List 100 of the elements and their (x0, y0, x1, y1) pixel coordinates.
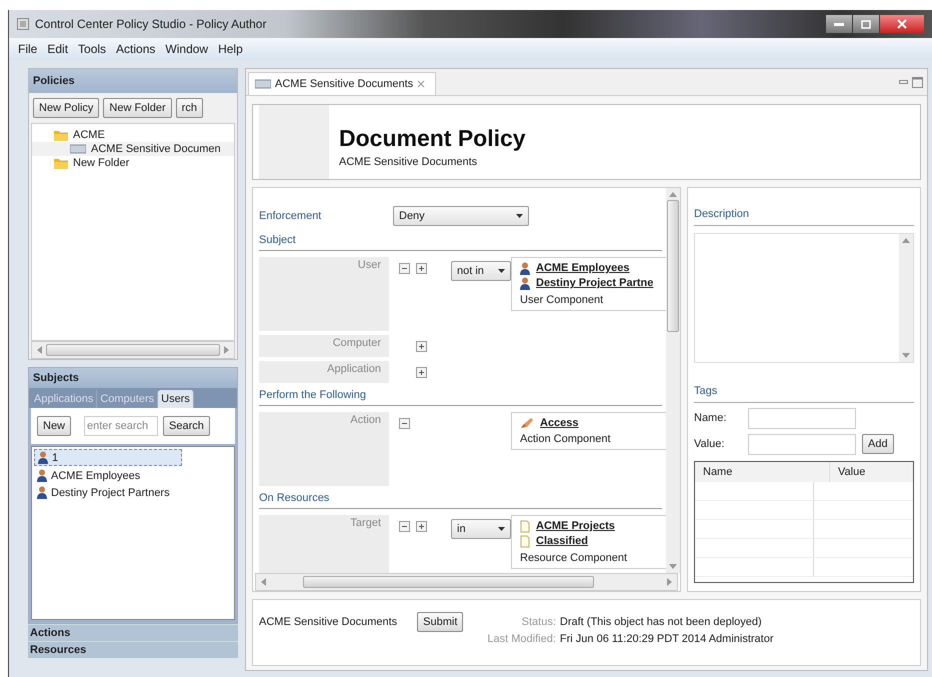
submit-button[interactable]: Submit (417, 612, 464, 632)
section-heading: Description (694, 208, 914, 226)
plus-icon (419, 266, 424, 271)
remove-button[interactable] (399, 418, 410, 429)
search-field[interactable]: enter search (84, 416, 158, 436)
modified-value: Fri Jun 06 11:20:29 PDT 2014 Administrator (560, 632, 774, 645)
plus-icon (419, 524, 424, 529)
maximize-icon (861, 20, 871, 28)
right-arrow-icon[interactable] (667, 578, 673, 586)
section-header[interactable]: Resources (28, 641, 238, 658)
minimize-icon[interactable] (899, 80, 908, 84)
window-icon (17, 18, 29, 30)
list-item[interactable]: Destiny Project Partners (34, 485, 173, 500)
add-button[interactable] (416, 340, 427, 352)
component-link[interactable]: Destiny Project Partne (536, 277, 654, 290)
document-icon (70, 144, 86, 154)
person-icon (37, 469, 47, 482)
new-button[interactable]: New (37, 416, 72, 436)
remove-button[interactable] (399, 520, 410, 532)
search-button[interactable]: Search (163, 416, 210, 436)
modified-label: Last Modified: (487, 632, 556, 645)
row-label: Action (350, 414, 381, 426)
component-link[interactable]: ACME Employees (536, 262, 630, 274)
tree-item[interactable]: New Folder (32, 156, 234, 170)
tab-label: ACME Sensitive Documents (275, 78, 414, 90)
list-item[interactable]: ACME Employees (34, 468, 144, 483)
plus-icon (419, 344, 424, 349)
minimize-button[interactable] (826, 15, 852, 33)
remove-button[interactable] (399, 262, 410, 274)
enforcement-dropdown[interactable]: Deny (393, 206, 529, 226)
panel-title: Subjects (33, 372, 79, 384)
folder-icon (54, 129, 68, 141)
component-caption: User Component (520, 294, 604, 306)
menu-item[interactable]: Actions (111, 42, 160, 56)
person-icon (37, 486, 47, 499)
section-heading: Subject (259, 234, 297, 248)
component-link[interactable]: ACME Projects (536, 520, 615, 532)
close-button[interactable] (880, 15, 924, 33)
person-icon (520, 276, 530, 290)
toolbar-button[interactable]: New Policy (33, 98, 100, 118)
tag-name-field[interactable] (748, 408, 856, 429)
section-heading: Perform the Following (259, 388, 367, 403)
tab[interactable]: Users (158, 390, 194, 408)
maximize-button[interactable] (853, 15, 879, 33)
menu-item[interactable]: File (13, 42, 42, 56)
tree-item[interactable]: ACME (32, 128, 234, 142)
document-icon (255, 79, 271, 89)
down-arrow-icon[interactable] (669, 564, 677, 570)
component-caption: Resource Component (520, 552, 628, 564)
down-arrow-icon[interactable] (902, 352, 910, 359)
up-arrow-icon[interactable] (902, 236, 910, 243)
horizontal-scrollbar[interactable] (255, 572, 678, 591)
left-arrow-icon[interactable] (260, 578, 266, 586)
operator-dropdown[interactable]: in (451, 518, 511, 539)
tree-item[interactable]: ACME Sensitive Documen (32, 142, 234, 156)
up-arrow-icon[interactable] (669, 190, 677, 197)
menu-item[interactable]: Edit (42, 42, 74, 56)
add-button[interactable] (416, 262, 427, 274)
policy-name: ACME Sensitive Documents (259, 616, 398, 628)
editor-tab[interactable]: ACME Sensitive Documents (248, 72, 436, 95)
row-label: Application (327, 362, 381, 375)
add-button[interactable] (416, 366, 427, 378)
panel-title: Policies (33, 75, 75, 87)
horizontal-scrollbar[interactable] (31, 341, 235, 359)
description-field[interactable] (694, 232, 914, 363)
window-title: Control Center Policy Studio - Policy Author (35, 17, 266, 31)
menu-item[interactable]: Window (160, 42, 214, 56)
row-label: Computer (332, 336, 381, 349)
close-icon (897, 19, 907, 29)
document-icon (520, 534, 530, 548)
vertical-scrollbar[interactable] (899, 234, 913, 362)
page-subtitle: ACME Sensitive Documents (339, 156, 478, 168)
menu-item[interactable]: Help (213, 42, 248, 56)
list-item[interactable]: 1 (34, 449, 182, 466)
menu-item[interactable]: Tools (73, 42, 112, 56)
toolbar-button[interactable]: rch (176, 98, 203, 118)
field-label: Value: (694, 438, 726, 450)
tag-value-field[interactable] (748, 434, 856, 455)
status-value: Draft (This object has not been deployed) (560, 616, 763, 628)
right-arrow-icon[interactable] (224, 346, 230, 354)
vertical-scrollbar[interactable] (666, 188, 680, 573)
section-header[interactable]: Actions (28, 624, 238, 641)
add-button[interactable] (416, 520, 427, 532)
component-link[interactable]: Access (540, 416, 579, 429)
left-arrow-icon[interactable] (36, 346, 42, 354)
operator-dropdown[interactable]: not in (451, 260, 511, 281)
column-header[interactable]: Name (695, 462, 830, 482)
maximize-icon[interactable] (912, 76, 923, 88)
toolbar-button[interactable]: New Folder (103, 98, 172, 118)
section-heading: Tags (694, 384, 914, 403)
field-label: Enforcement (259, 210, 322, 222)
minus-icon (402, 526, 407, 527)
add-button[interactable]: Add (862, 434, 894, 454)
component-link[interactable]: Classified (536, 535, 588, 548)
caret-icon (498, 526, 505, 531)
section-heading: On Resources (259, 492, 330, 506)
row-label: User (358, 258, 381, 271)
close-icon[interactable] (417, 80, 426, 88)
column-header[interactable]: Value (830, 462, 874, 482)
person-icon (520, 262, 530, 275)
